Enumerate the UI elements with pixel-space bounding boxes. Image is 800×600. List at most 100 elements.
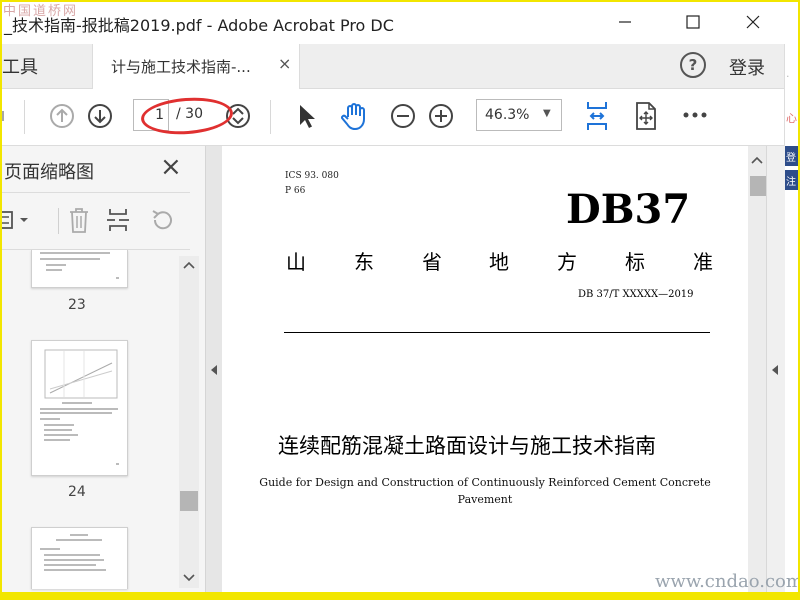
thumbnail-text-line <box>40 548 60 550</box>
options-menu-icon <box>0 211 28 229</box>
thumbnail-text-line <box>44 554 100 556</box>
thumbnail-text-line <box>62 402 92 404</box>
chevron-down-icon[interactable]: ▼ <box>543 108 551 119</box>
document-title-en-line1: Guide for Design and Construction of Con… <box>259 476 711 489</box>
zoom-out-button[interactable] <box>389 102 417 130</box>
thumbnail-text-line <box>40 412 112 414</box>
standard-char: 省 <box>422 250 442 274</box>
thumbnail-text-line <box>40 408 118 410</box>
document-title-cn: 连续配筋混凝土路面设计与施工技术指南 <box>278 434 656 458</box>
page-organize-button[interactable] <box>632 100 660 132</box>
tab-document-label[interactable]: 计与施工技术指南-... <box>111 56 251 77</box>
close-icon <box>746 15 760 29</box>
select-tool-button[interactable] <box>292 101 320 131</box>
thumbnail-page-number: 24 <box>68 484 86 500</box>
panel-toolbar-divider <box>58 208 59 234</box>
expand-right-panel-handle[interactable] <box>770 361 780 380</box>
thumbnail-text-line <box>116 277 119 279</box>
standard-char: 准 <box>693 250 713 274</box>
thumbnail-text-line <box>40 418 60 420</box>
thumbnail-text-line <box>46 269 62 271</box>
thumbnails-scroll-thumb[interactable] <box>180 491 198 511</box>
zoom-in-button[interactable] <box>427 102 455 130</box>
thumbnail-text-line <box>44 569 106 571</box>
triangle-left-icon <box>772 365 778 375</box>
tab-tools[interactable]: 工具 <box>0 44 92 88</box>
document-scrollbar[interactable] <box>748 146 766 592</box>
hand-tool-button[interactable] <box>337 99 371 133</box>
fit-width-icon <box>587 102 607 130</box>
scroll-up-icon[interactable] <box>750 151 764 170</box>
standard-code: DB37 <box>566 186 691 233</box>
next-page-button[interactable] <box>86 102 114 130</box>
standard-char: 方 <box>557 250 577 274</box>
right-fragment-3[interactable]: 注册 <box>786 173 800 203</box>
thumbnail-text-line <box>70 534 88 536</box>
plus-circle-icon <box>429 104 453 128</box>
insert-page-icon <box>107 209 129 231</box>
thumbnails-scrollbar[interactable] <box>179 256 199 588</box>
scroll-down-icon[interactable] <box>182 569 196 588</box>
login-link[interactable]: 登录 <box>729 54 765 80</box>
toolbar-divider <box>270 100 271 134</box>
right-fragment-dot: · <box>786 70 790 83</box>
minimize-icon <box>619 21 631 23</box>
window-title: _技术指南-报批稿2019.pdf - Adobe Acrobat Pro DC <box>4 16 394 35</box>
toolbar-left-fragment <box>0 108 6 122</box>
maximize-button[interactable] <box>670 0 716 44</box>
bottom-yellow-band <box>0 592 800 600</box>
thumbnail-text-line <box>44 559 104 561</box>
hand-icon <box>341 103 365 130</box>
minus-circle-icon <box>391 104 415 128</box>
ccs-code: P 66 <box>285 186 306 196</box>
thumbnail-text-line <box>44 439 70 441</box>
panel-divider <box>0 192 190 193</box>
scroll-up-icon[interactable] <box>182 259 196 274</box>
toolbar-divider <box>24 100 25 134</box>
thumbnail-options-button[interactable] <box>0 206 32 234</box>
rotate-page-button[interactable] <box>148 206 176 234</box>
thumbnails-close-button[interactable]: × <box>160 152 182 182</box>
collapse-left-panel-handle[interactable] <box>209 361 219 380</box>
watermark-bottom: www.cndao.com <box>655 571 800 592</box>
thumbnail-page-number: 23 <box>68 297 86 313</box>
standard-char: 东 <box>354 250 374 274</box>
thumbnail-page[interactable] <box>31 527 128 589</box>
document-title-en-line2: Pavement <box>457 493 513 506</box>
right-fragment-1: 心 <box>786 112 797 125</box>
thumbnail-text-line <box>44 434 78 436</box>
trash-icon <box>70 208 88 233</box>
right-edge-strip <box>784 44 800 592</box>
standard-char: 标 <box>625 250 645 274</box>
arrow-down-circle-icon <box>88 104 112 128</box>
standard-char: 地 <box>489 250 509 274</box>
thumbnail-page[interactable] <box>31 250 128 288</box>
ics-code: ICS 93. 080 <box>285 171 339 181</box>
thumbnail-text-line <box>40 252 110 254</box>
maximize-icon <box>686 15 700 29</box>
document-scroll-thumb[interactable] <box>750 176 766 196</box>
triangle-left-icon <box>211 365 217 375</box>
help-button[interactable]: ? <box>680 52 706 78</box>
rotate-icon <box>152 210 172 230</box>
pointer-arrow-icon <box>300 105 315 128</box>
thumbnail-text-line <box>44 564 96 566</box>
arrow-up-circle-icon <box>50 104 74 128</box>
more-tools-button[interactable] <box>681 104 709 126</box>
thumbnail-chart <box>44 349 118 399</box>
insert-page-button[interactable] <box>104 205 132 235</box>
thumbnail-text-line <box>40 258 100 260</box>
standard-char: 山 <box>286 250 306 274</box>
prev-page-button[interactable] <box>48 102 76 130</box>
minimize-button[interactable] <box>602 0 648 44</box>
more-horizontal-icon <box>683 112 707 118</box>
thumbnail-text-line <box>44 424 74 426</box>
close-window-button[interactable] <box>730 0 776 44</box>
thumbnails-panel-title: 页面缩略图 <box>4 162 94 183</box>
fit-width-button[interactable] <box>582 99 612 133</box>
thumbnail-text-line <box>56 539 102 541</box>
thumbnail-text-line <box>116 463 119 465</box>
delete-page-button[interactable] <box>66 205 92 235</box>
tab-close-button[interactable]: × <box>278 54 291 73</box>
thumbnail-page[interactable] <box>31 340 128 476</box>
